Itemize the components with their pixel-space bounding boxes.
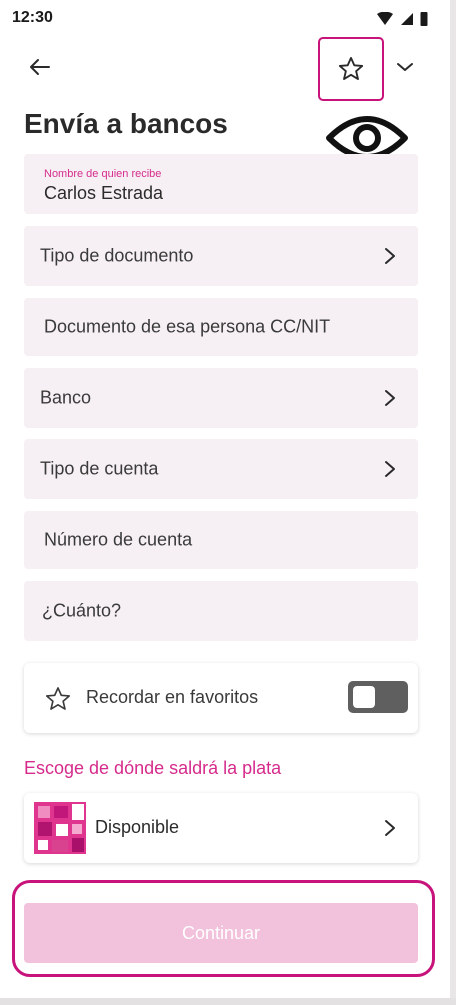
chevron-right-icon <box>385 820 395 836</box>
account-type-select[interactable]: Tipo de cuenta <box>24 439 418 499</box>
chevron-right-icon <box>385 461 395 477</box>
account-logo-icon <box>34 802 86 854</box>
status-time: 12:30 <box>12 9 53 26</box>
remember-favorites-card: Recordar en favoritos <box>24 663 418 733</box>
star-icon <box>338 56 364 80</box>
favorite-star-button[interactable] <box>318 37 384 101</box>
amount-input[interactable]: ¿Cuánto? <box>24 581 418 641</box>
source-account-label: Disponible <box>95 817 180 837</box>
recipient-name-label: Nombre de quien recibe <box>44 168 162 180</box>
recipient-name-value: Carlos Estrada <box>44 183 164 203</box>
chevron-down-icon <box>397 63 413 71</box>
chevron-right-icon <box>385 390 395 406</box>
document-number-input[interactable]: Documento de esa persona CC/NIT <box>24 298 418 356</box>
header-dropdown-button[interactable] <box>390 52 420 82</box>
back-button[interactable] <box>24 52 54 82</box>
source-account-card[interactable]: Disponible <box>24 793 418 863</box>
document-type-label: Tipo de documento <box>40 245 194 266</box>
signal-icon <box>401 12 413 25</box>
account-number-placeholder: Número de cuenta <box>44 529 193 550</box>
amount-placeholder: ¿Cuánto? <box>42 600 122 621</box>
back-arrow-icon <box>30 59 50 75</box>
wifi-icon <box>377 11 393 25</box>
remember-favorites-toggle[interactable] <box>348 681 408 713</box>
page-title: Envía a bancos <box>24 108 228 139</box>
chevron-right-icon <box>385 248 395 264</box>
document-number-placeholder: Documento de esa persona CC/NIT <box>44 316 331 337</box>
document-type-select[interactable]: Tipo de documento <box>24 226 418 286</box>
right-edge <box>450 0 456 1005</box>
continue-button[interactable]: Continuar <box>24 903 418 963</box>
bank-label: Banco <box>40 387 92 408</box>
account-type-label: Tipo de cuenta <box>40 458 159 479</box>
status-icons <box>376 11 428 26</box>
remember-favorites-label: Recordar en favoritos <box>86 687 259 707</box>
star-outline-icon <box>45 687 71 710</box>
bottom-edge <box>0 998 456 1005</box>
battery-icon <box>420 12 428 26</box>
status-bar: 12:30 <box>0 0 450 34</box>
toggle-knob <box>353 686 375 708</box>
bank-select[interactable]: Banco <box>24 368 418 428</box>
recipient-name-field[interactable]: Nombre de quien recibe Carlos Estrada <box>24 154 418 214</box>
account-number-input[interactable]: Número de cuenta <box>24 511 418 569</box>
screen: 12:30 Envía a bancos Nombre de quien rec… <box>0 0 450 998</box>
source-title: Escoge de dónde saldrá la plata <box>24 758 282 778</box>
